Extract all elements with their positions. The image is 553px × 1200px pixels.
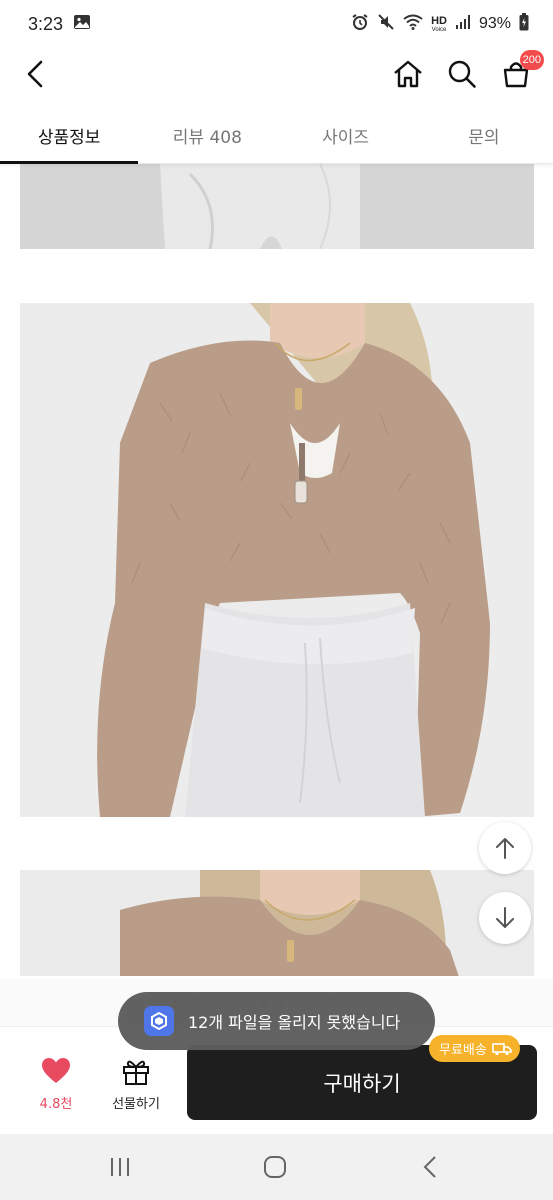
- home-icon: [394, 60, 422, 88]
- like-button[interactable]: 4.8천: [26, 1057, 86, 1112]
- search-button[interactable]: [444, 56, 480, 92]
- status-time: 3:23: [28, 13, 64, 34]
- gift-label: 선물하기: [112, 1097, 160, 1112]
- recent-apps-button[interactable]: [100, 1150, 140, 1184]
- battery-charging-icon: [519, 12, 529, 36]
- system-nav-bar: [0, 1134, 553, 1200]
- tab-product-info[interactable]: 상품정보: [0, 108, 139, 164]
- home-button[interactable]: [390, 56, 426, 92]
- status-left: 3:23: [28, 14, 91, 35]
- back-button[interactable]: [18, 56, 54, 92]
- alarm-icon: [351, 13, 369, 36]
- toast-text: 12개 파일을 올리지 못했습니다: [188, 1013, 401, 1032]
- truck-icon: [492, 1042, 512, 1055]
- signal-icon: [455, 14, 471, 35]
- gallery-notification-icon: [73, 14, 91, 35]
- tab-inquiry[interactable]: 문의: [415, 108, 553, 163]
- system-home-button[interactable]: [255, 1150, 295, 1184]
- wifi-icon: [403, 14, 423, 35]
- status-right: HD Voice 93%: [351, 12, 529, 36]
- gift-icon: [123, 1060, 149, 1085]
- tab-reviews[interactable]: 리뷰 408: [138, 108, 276, 163]
- arrow-up-icon: [496, 838, 514, 859]
- scroll-to-bottom-button[interactable]: [479, 892, 531, 944]
- tab-size[interactable]: 사이즈: [277, 108, 415, 163]
- chevron-left-icon: [27, 60, 43, 88]
- product-tabs: 상품정보 리뷰 408 사이즈 문의: [0, 108, 553, 164]
- recents-icon: [111, 1158, 129, 1176]
- toast-message: 12개 파일을 올리지 못했습니다: [118, 992, 435, 1050]
- hd-label: HD: [431, 14, 447, 27]
- like-count: 4.8천: [39, 1097, 73, 1112]
- app-header: 200: [0, 48, 553, 100]
- hd-voice-icon: HD Voice: [431, 14, 447, 33]
- product-photo: [20, 164, 534, 249]
- cart-count-badge: 200: [519, 50, 544, 70]
- back-chevron-icon: [423, 1156, 436, 1178]
- system-back-button[interactable]: [410, 1150, 450, 1184]
- gift-button[interactable]: 선물하기: [104, 1057, 168, 1112]
- free-shipping-label: 무료배송: [439, 1043, 487, 1058]
- scroll-to-top-button[interactable]: [479, 822, 531, 874]
- battery-percent: 93%: [478, 15, 511, 32]
- status-bar: 3:23 HD Voice 93%: [0, 0, 553, 48]
- product-photo: [20, 870, 534, 976]
- arrow-down-icon: [496, 907, 514, 928]
- home-circle-icon: [264, 1156, 286, 1178]
- voice-label: Voice: [431, 26, 447, 33]
- product-detail-content[interactable]: [0, 164, 553, 976]
- product-photo: [20, 303, 534, 817]
- cart-button[interactable]: 200: [498, 50, 544, 92]
- search-icon: [448, 60, 476, 88]
- mute-icon: [377, 13, 395, 36]
- app-cube-icon: [144, 1006, 174, 1036]
- heart-icon: [42, 1058, 70, 1083]
- free-shipping-badge: 무료배송: [429, 1035, 520, 1062]
